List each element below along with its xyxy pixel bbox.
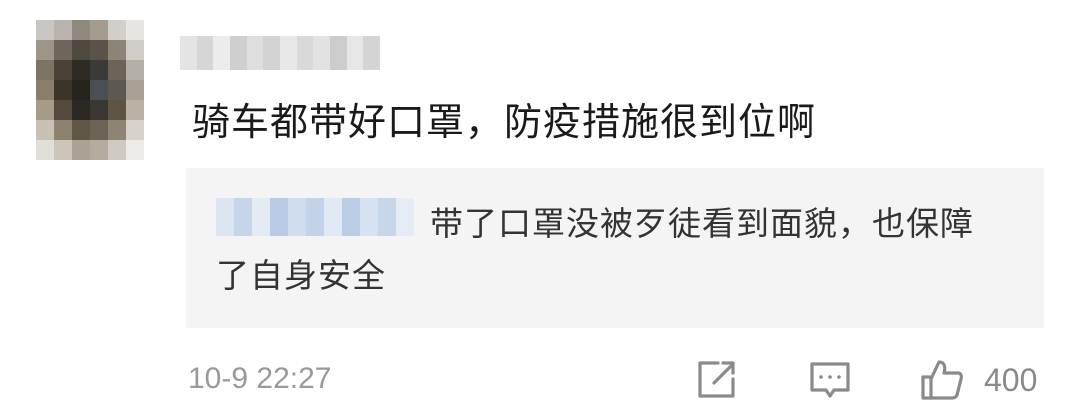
avatar-pixel: [54, 120, 72, 140]
reply-box[interactable]: 带了口罩没被歹徒看到面貌，也保障了自身安全: [186, 168, 1044, 328]
username-pixel: [280, 36, 297, 70]
avatar-pixel: [126, 40, 144, 60]
username-pixel: [213, 36, 231, 70]
avatar-pixel: [126, 80, 144, 100]
avatar-pixel: [72, 20, 90, 40]
comment-item: 骑车都带好口罩，防疫措施很到位啊 带了口罩没被歹徒看到面貌，也保障了自身安全 1…: [0, 0, 1080, 419]
avatar-pixel: [90, 120, 108, 140]
thumbs-up-icon[interactable]: [920, 358, 964, 402]
avatar-pixel: [54, 140, 72, 160]
avatar-pixel: [72, 80, 90, 100]
username-blurred[interactable]: [180, 36, 381, 70]
avatar-pixel: [126, 140, 144, 160]
avatar-pixel: [90, 140, 108, 160]
username-pixel: [246, 36, 264, 70]
avatar-pixel: [126, 20, 144, 40]
avatar-pixel: [108, 80, 126, 100]
username-pixel: [313, 36, 331, 70]
username-pixel: [180, 36, 197, 70]
avatar-pixel: [90, 40, 108, 60]
avatar-pixel: [108, 100, 126, 120]
username-pixel: [230, 36, 247, 70]
reply-text: 带了口罩没被歹徒看到面貌，也保障了自身安全: [216, 204, 974, 295]
avatar-pixel: [126, 100, 144, 120]
avatar-pixel: [108, 140, 126, 160]
avatar-pixel: [72, 60, 90, 80]
avatar-pixel: [90, 20, 108, 40]
username-pixel: [330, 36, 347, 70]
avatar-pixel: [54, 80, 72, 100]
avatar-pixel: [36, 40, 54, 60]
avatar-pixel: [90, 60, 108, 80]
avatar-pixel: [108, 60, 126, 80]
avatar-pixel: [108, 40, 126, 60]
avatar-pixel: [36, 140, 54, 160]
avatar-pixel: [54, 60, 72, 80]
avatar-pixel: [90, 80, 108, 100]
avatar-pixel: [54, 100, 72, 120]
avatar-pixel: [36, 20, 54, 40]
timestamp: 10-9 22:27: [188, 362, 332, 395]
username-pixel: [296, 36, 314, 70]
avatar-pixel: [36, 120, 54, 140]
username-pixel: [263, 36, 281, 70]
like-count: 400: [984, 362, 1038, 398]
avatar-pixel: [72, 40, 90, 60]
avatar-pixel: [126, 60, 144, 80]
comment-footer: 10-9 22:27 400: [0, 352, 1080, 412]
share-icon[interactable]: [694, 358, 738, 402]
avatar-pixel: [54, 20, 72, 40]
avatar[interactable]: [36, 20, 144, 160]
avatar-pixel: [36, 60, 54, 80]
avatar-pixel: [108, 120, 126, 140]
avatar-pixel: [72, 120, 90, 140]
avatar-pixel: [90, 100, 108, 120]
avatar-pixel: [36, 80, 54, 100]
avatar-pixel: [108, 20, 126, 40]
avatar-pixel: [72, 100, 90, 120]
avatar-pixel: [36, 100, 54, 120]
avatar-pixel: [72, 140, 90, 160]
avatar-pixel: [126, 120, 144, 140]
username-pixel: [363, 36, 381, 70]
username-pixel: [196, 36, 214, 70]
avatar-pixel: [54, 40, 72, 60]
comment-text: 骑车都带好口罩，防疫措施很到位啊: [192, 100, 817, 144]
comment-icon[interactable]: [808, 358, 852, 402]
username-pixel: [346, 36, 364, 70]
